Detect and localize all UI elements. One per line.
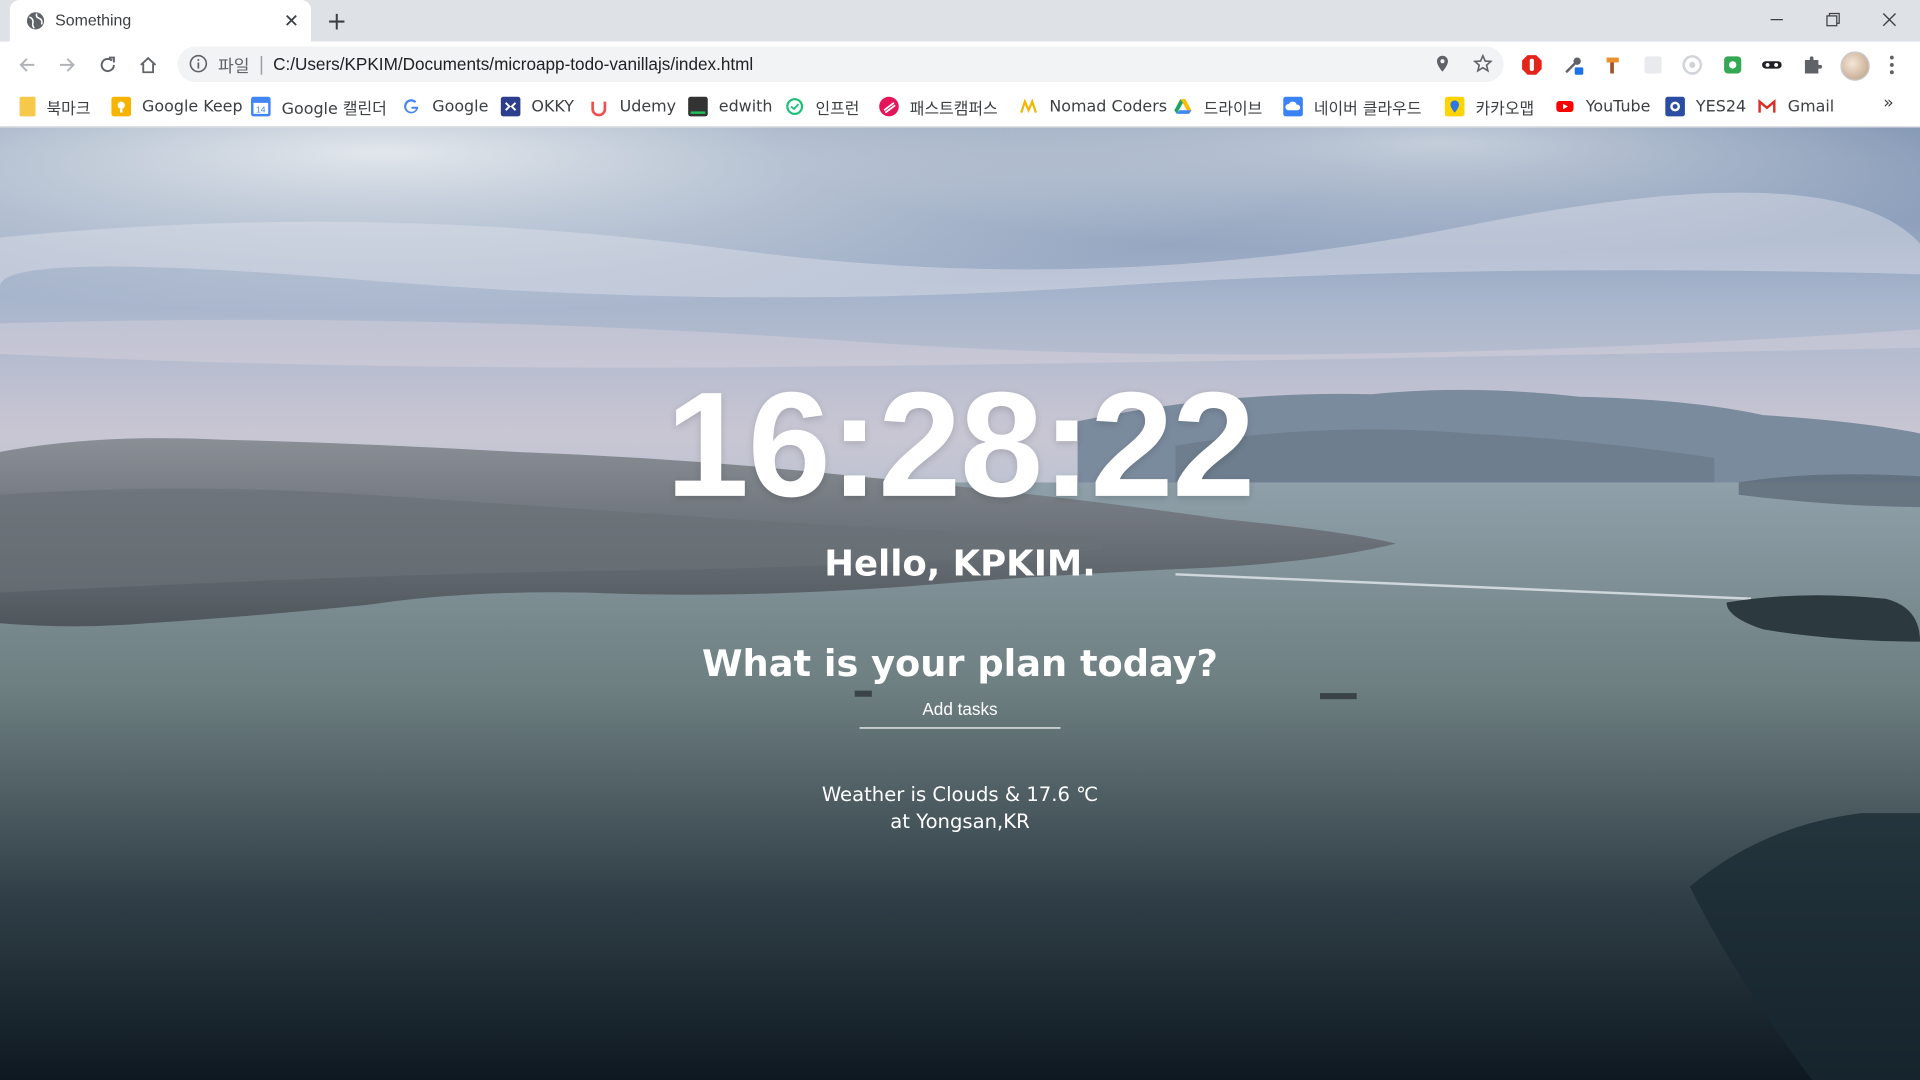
bookmark-label: Google Keep xyxy=(142,97,243,116)
minimize-button[interactable] xyxy=(1749,0,1805,39)
circle-extension-icon[interactable] xyxy=(1681,54,1703,76)
minimize-icon xyxy=(1770,18,1783,21)
blank-extension-icon[interactable] xyxy=(1642,54,1664,76)
bookmark-label: YouTube xyxy=(1585,97,1651,116)
restore-icon xyxy=(1826,12,1840,27)
bookmark-label: 네이버 클라우드 xyxy=(1313,99,1422,119)
fastcampus-icon xyxy=(879,96,899,117)
close-window-button[interactable] xyxy=(1861,0,1917,39)
bookmark-label: edwith xyxy=(718,97,773,116)
clock: 16:28:22 xyxy=(665,361,1255,528)
bookmark-label: Udemy xyxy=(619,97,677,116)
puzzle-icon[interactable] xyxy=(1801,54,1823,76)
greeting: Hello, KPKIM. xyxy=(824,542,1096,585)
bookmark-google-calendar[interactable]: 14 Google 캘린더 xyxy=(251,94,387,118)
gmail-icon xyxy=(1757,97,1777,117)
kakaomap-icon xyxy=(1444,96,1465,117)
bookmark-google[interactable]: Google xyxy=(402,94,489,118)
weather-widget: Weather is Clouds & 17.6 ℃ at Yongsan,KR xyxy=(0,781,1920,835)
eyedropper-extension-icon[interactable] xyxy=(1562,54,1584,76)
arrow-right-icon xyxy=(60,58,75,72)
bookmark-youtube[interactable]: YouTube xyxy=(1555,94,1650,118)
nomad-coders-icon xyxy=(1019,97,1039,117)
forward-button[interactable] xyxy=(51,49,83,81)
toolbar: 파일 | C:/Users/KPKIM/Documents/microapp-t… xyxy=(0,41,1920,87)
inflearn-icon xyxy=(785,97,805,117)
back-button[interactable] xyxy=(11,49,43,81)
bookmark-label: Nomad Coders xyxy=(1049,97,1168,116)
tab-active[interactable]: Something ✕ xyxy=(9,0,312,42)
edwith-icon xyxy=(688,96,708,117)
okky-icon xyxy=(500,96,521,117)
yes24-icon xyxy=(1665,96,1685,117)
bookmark-kakaomap[interactable]: 카카오맵 xyxy=(1444,94,1535,119)
naver-cloud-icon xyxy=(1283,96,1303,117)
udemy-icon xyxy=(589,97,609,117)
bookmarks-bar: 북마크 Google Keep 14 Google 캘린더 Google OKK… xyxy=(0,86,1920,128)
bookmark-label: 카카오맵 xyxy=(1475,99,1535,119)
tab-title: Something xyxy=(55,11,132,30)
hammer-extension-icon[interactable] xyxy=(1603,54,1625,76)
url-scheme-label: 파일 xyxy=(217,56,250,76)
home-icon xyxy=(140,56,157,74)
page-content: 16:28:22 Hello, KPKIM. What is your plan… xyxy=(0,127,1920,1080)
bookmark-label: 인프런 xyxy=(815,99,860,119)
location-pin-icon[interactable] xyxy=(1433,54,1453,74)
green-extension-icon[interactable] xyxy=(1722,54,1744,76)
bookmark-label: 북마크 xyxy=(46,99,91,119)
add-task-input[interactable] xyxy=(859,690,1061,729)
bookmark-label: OKKY xyxy=(531,97,575,116)
bookmark-edwith[interactable]: edwith xyxy=(688,94,772,118)
bookmark-google-keep[interactable]: Google Keep xyxy=(111,94,243,118)
url-separator: | xyxy=(258,52,265,75)
momentum-overlay: 16:28:22 Hello, KPKIM. What is your plan… xyxy=(0,127,1920,1080)
weather-location: at Yongsan,KR xyxy=(890,809,1030,833)
star-icon[interactable] xyxy=(1472,53,1493,74)
youtube-icon xyxy=(1555,97,1575,117)
bookmark-gmail[interactable]: Gmail xyxy=(1757,94,1834,118)
bookmark-label: Google 캘린더 xyxy=(281,99,387,119)
reload-button[interactable] xyxy=(92,49,124,81)
more-vert-icon[interactable] xyxy=(1881,53,1903,77)
home-button[interactable] xyxy=(132,49,164,81)
bookmark-label: Gmail xyxy=(1787,97,1835,116)
bookmark-label: YES24 xyxy=(1695,97,1747,116)
bookmark-label: 패스트캠퍼스 xyxy=(909,99,998,119)
bookmark-folder[interactable]: 북마크 xyxy=(19,94,91,119)
mask-extension-icon[interactable] xyxy=(1761,54,1783,76)
tab-close-icon[interactable]: ✕ xyxy=(282,11,302,31)
bookmark-udemy[interactable]: Udemy xyxy=(589,94,676,118)
url-text[interactable]: C:/Users/KPKIM/Documents/microapp-todo-v… xyxy=(273,54,753,74)
reload-icon xyxy=(100,56,115,73)
bookmark-label: 드라이브 xyxy=(1203,99,1263,119)
restore-button[interactable] xyxy=(1805,0,1861,39)
info-icon[interactable] xyxy=(189,54,209,74)
globe-icon xyxy=(26,11,46,31)
svg-text:14: 14 xyxy=(256,105,266,115)
browser-window: Something ✕ + 파일 | C:/Users/KPKIM/Docume… xyxy=(0,0,1920,1080)
bookmark-yes24[interactable]: YES24 xyxy=(1665,94,1746,118)
address-bar[interactable]: 파일 | C:/Users/KPKIM/Documents/microapp-t… xyxy=(177,46,1504,83)
profile-avatar[interactable] xyxy=(1840,51,1870,81)
google-drive-icon xyxy=(1173,97,1193,117)
adblock-extension-icon[interactable] xyxy=(1521,54,1543,76)
bookmark-google-drive[interactable]: 드라이브 xyxy=(1173,94,1262,118)
bookmark-naver-cloud[interactable]: 네이버 클라우드 xyxy=(1283,94,1421,118)
google-icon xyxy=(402,97,422,117)
bookmarks-overflow-icon[interactable]: » xyxy=(1883,93,1894,113)
weather-condition: Weather is Clouds & 17.6 ℃ xyxy=(821,782,1099,806)
new-tab-button[interactable]: + xyxy=(323,7,350,34)
google-calendar-icon: 14 xyxy=(251,96,271,117)
bookmark-fastcampus[interactable]: 패스트캠퍼스 xyxy=(879,94,998,119)
tab-strip: Something ✕ + xyxy=(0,0,1920,42)
bookmark-nomad-coders[interactable]: Nomad Coders xyxy=(1019,94,1167,118)
close-icon xyxy=(1882,12,1897,27)
bookmark-okky[interactable]: OKKY xyxy=(500,94,575,118)
folder-icon xyxy=(19,96,36,117)
plan-title: What is your plan today? xyxy=(702,642,1218,686)
google-keep-icon xyxy=(111,96,132,117)
bookmark-inflearn[interactable]: 인프런 xyxy=(785,94,860,119)
arrow-left-icon xyxy=(19,58,35,72)
bookmark-label: Google xyxy=(432,97,489,116)
